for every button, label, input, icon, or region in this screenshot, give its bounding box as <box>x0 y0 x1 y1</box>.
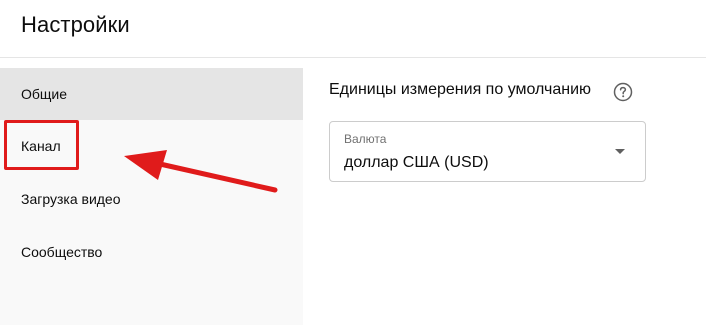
currency-select-value: доллар США (USD) <box>344 154 489 171</box>
sidebar-item-channel[interactable]: Канал <box>0 120 303 172</box>
page-title: Настройки <box>21 12 130 37</box>
sidebar-item-upload-defaults[interactable]: Загрузка видео <box>0 173 303 225</box>
help-circle-icon[interactable] <box>613 82 633 102</box>
currency-select-label: Валюта <box>344 132 387 146</box>
sidebar-item-label: Общие <box>21 86 68 102</box>
sidebar-item-label: Канал <box>21 138 61 154</box>
currency-select[interactable]: Валюта доллар США (USD) <box>329 121 646 182</box>
page-header: Настройки <box>0 0 706 58</box>
default-units-heading: Единицы измерения по умолчанию <box>329 81 592 98</box>
chevron-down-icon <box>615 149 625 154</box>
sidebar-item-community[interactable]: Сообщество <box>0 226 303 278</box>
sidebar-item-label: Загрузка видео <box>21 191 121 207</box>
sidebar-item-label: Сообщество <box>21 244 103 260</box>
sidebar-item-general[interactable]: Общие <box>0 68 303 120</box>
settings-sidebar: Общие Канал Загрузка видео Сообщество <box>0 68 303 325</box>
